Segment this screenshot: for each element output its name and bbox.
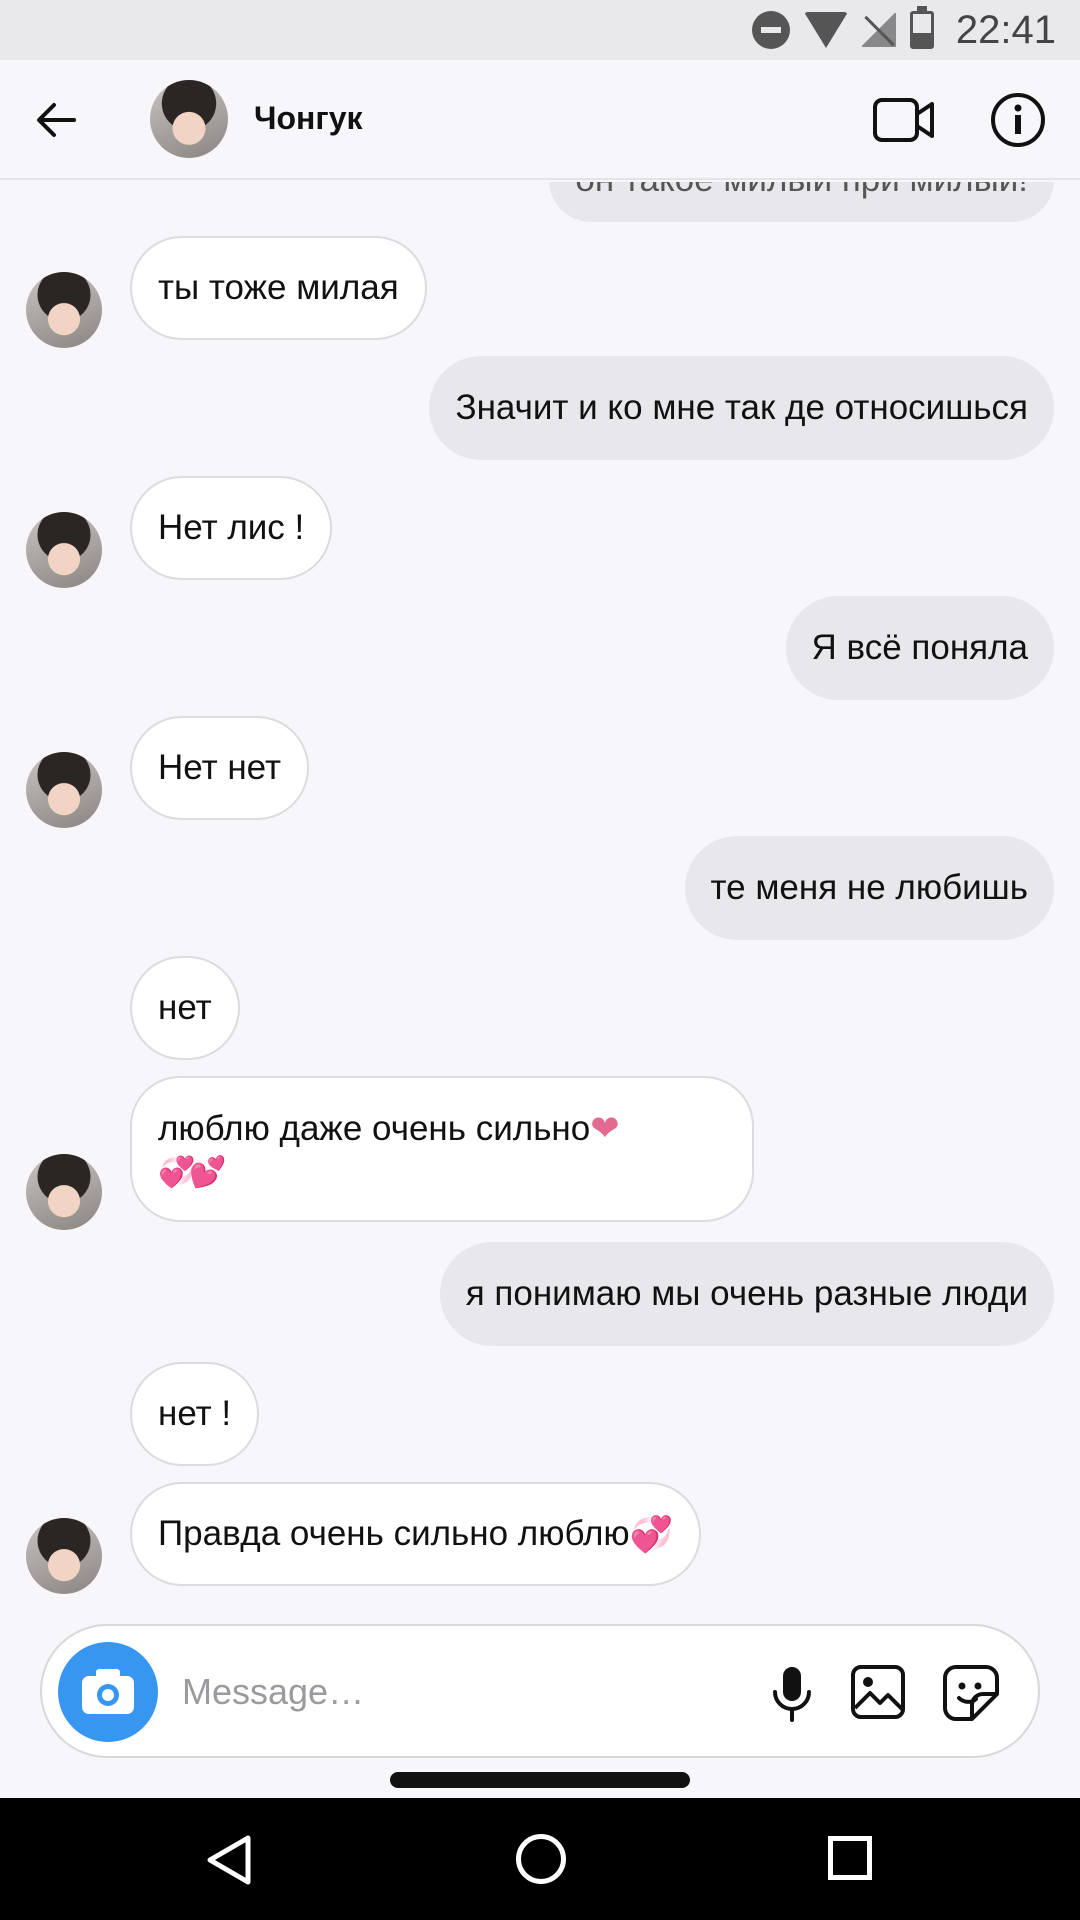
message-bubble-incoming[interactable]: нет ! <box>130 1362 260 1466</box>
message-bubble-outgoing[interactable]: он такое милый при милый! <box>549 182 1054 222</box>
message-content: люблю даже очень сильно❤ 💞💕 <box>158 1108 620 1194</box>
message-text: он такое милый при милый! <box>575 182 1028 200</box>
home-indicator[interactable] <box>390 1772 690 1788</box>
message-bubble-incoming[interactable]: Нет лис ! <box>130 476 333 580</box>
message-bubble-incoming[interactable]: люблю даже очень сильно❤ 💞💕 <box>130 1076 754 1222</box>
message-text: нет <box>158 988 212 1027</box>
message-composer <box>40 1624 1040 1758</box>
heart-emoji: ❤ <box>590 1109 620 1148</box>
message-bubble-outgoing[interactable]: Значит и ко мне так де относишься <box>429 356 1054 460</box>
message-bubble-incoming[interactable]: Нет нет <box>130 716 309 820</box>
navigation-bar <box>0 1798 1080 1920</box>
message-list[interactable]: он такое милый при милый! ты тоже милая … <box>0 182 1080 1602</box>
nav-back-icon[interactable] <box>204 1834 254 1886</box>
wifi-icon <box>803 12 848 48</box>
hearts-emoji: 💞💕 <box>158 1156 227 1189</box>
status-bar: 22:41 <box>0 0 1080 60</box>
message-bubble-outgoing[interactable]: я понимаю мы очень разные люди <box>439 1242 1054 1346</box>
hearts-emoji: 💞 <box>629 1514 674 1554</box>
message-text: Значит и ко мне так де относишься <box>455 388 1028 427</box>
message-bubble-incoming[interactable]: Правда очень сильно люблю 💞 <box>130 1482 702 1586</box>
camera-icon <box>82 1669 134 1714</box>
message-text: Нет лис ! <box>158 508 305 547</box>
message-text: ты тоже милая <box>158 268 399 307</box>
message-text: я понимаю мы очень разные люди <box>465 1274 1028 1313</box>
message-bubble-incoming[interactable]: нет <box>130 956 240 1060</box>
status-time: 22:41 <box>955 7 1056 52</box>
arrow-left-icon[interactable] <box>32 96 80 144</box>
gallery-icon[interactable] <box>850 1664 906 1720</box>
message-text: Я всё поняла <box>811 628 1028 667</box>
avatar[interactable] <box>26 1154 102 1230</box>
microphone-icon[interactable] <box>766 1664 818 1724</box>
nav-home-icon[interactable] <box>516 1834 566 1884</box>
message-bubble-outgoing[interactable]: Я всё поняла <box>785 596 1054 700</box>
message-text: те меня не любишь <box>710 868 1028 907</box>
message-bubble-outgoing[interactable]: те меня не любишь <box>684 836 1054 940</box>
avatar[interactable] <box>26 752 102 828</box>
page-title[interactable]: Чонгук <box>254 100 363 137</box>
avatar[interactable] <box>150 80 228 158</box>
no-signal-icon <box>861 13 896 47</box>
chat-header: Чонгук <box>0 60 1080 180</box>
battery-icon <box>909 6 934 49</box>
message-text: нет ! <box>158 1394 232 1433</box>
message-bubble-incoming[interactable]: ты тоже милая <box>130 236 427 340</box>
message-text: Нет нет <box>158 748 281 787</box>
camera-button[interactable] <box>58 1642 158 1742</box>
message-input[interactable] <box>182 1660 612 1724</box>
message-text: Правда очень сильно люблю <box>158 1514 630 1553</box>
video-camera-icon[interactable] <box>872 94 936 146</box>
screen: 22:41 Чонгук он такое милый при милый! т… <box>0 0 1080 1920</box>
sticker-icon[interactable] <box>942 1664 1000 1722</box>
avatar[interactable] <box>26 272 102 348</box>
info-icon[interactable] <box>990 92 1046 148</box>
avatar[interactable] <box>26 1518 102 1594</box>
nav-recents-icon[interactable] <box>828 1836 872 1880</box>
dnd-icon <box>751 11 790 49</box>
message-text: люблю даже очень сильно <box>158 1109 591 1148</box>
avatar[interactable] <box>26 512 102 588</box>
